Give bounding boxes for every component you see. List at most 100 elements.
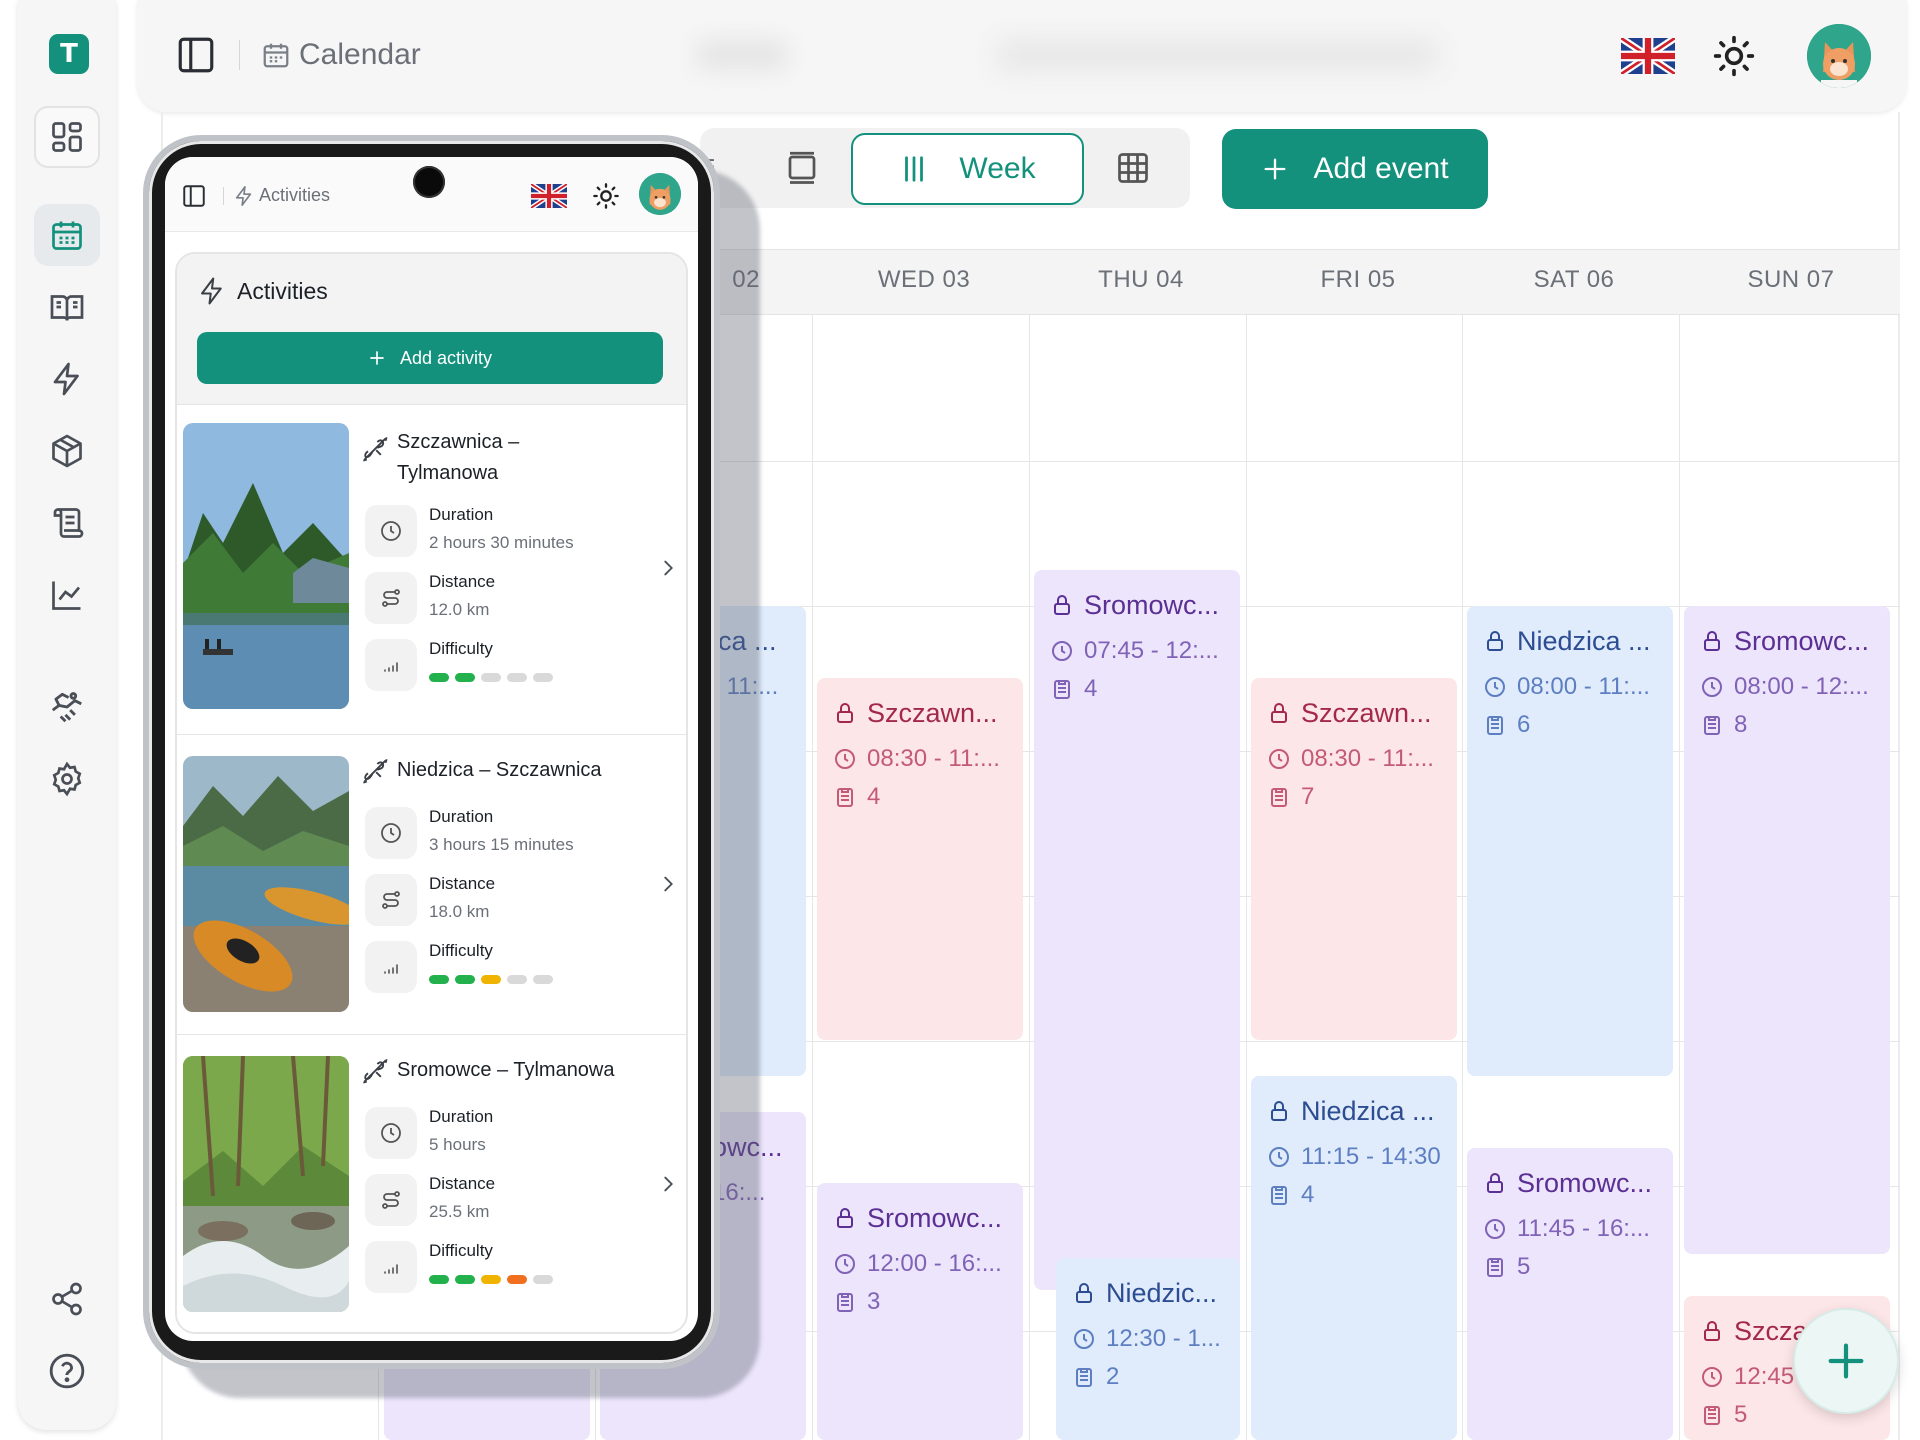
stat-value: 5 hours <box>429 1135 486 1154</box>
calendar-event[interactable]: Sromowc... 12:00 - 16:... 3 <box>817 1183 1023 1440</box>
calendar-event[interactable]: Sromowc... 07:45 - 12:... 4 <box>1034 570 1240 1290</box>
event-count: 4 <box>1301 1181 1315 1208</box>
chevron-right-icon[interactable] <box>657 1171 679 1197</box>
clock-icon <box>365 807 417 859</box>
lock-icon <box>1487 631 1503 651</box>
activity-item[interactable]: Szczawnica – Tylmanowa Duration 2 hours … <box>177 404 686 734</box>
event-count: 5 <box>1734 1401 1748 1428</box>
clipboard-icon <box>1487 716 1503 735</box>
sidebar-item-help[interactable] <box>34 1340 100 1402</box>
day-column-line <box>1462 315 1463 1440</box>
calendar-event[interactable]: Niedzic... 12:30 - 1... 2 <box>1056 1258 1240 1440</box>
day-column-line <box>1679 315 1680 1440</box>
divider <box>223 187 224 205</box>
event-title: Niedzica ... <box>1517 625 1651 656</box>
clipboard-icon <box>1054 680 1070 699</box>
activities-card: Activities Add activity Szczawnica – Tyl… <box>175 252 688 1334</box>
sidebar-item-scroll[interactable] <box>34 492 100 554</box>
activity-photo-kayaks <box>183 756 349 1012</box>
sidebar-item-calendar[interactable] <box>34 204 100 266</box>
event-count: 8 <box>1734 711 1748 738</box>
week-view-button[interactable]: Week <box>851 133 1084 205</box>
toggle-sidebar-icon[interactable] <box>175 34 217 76</box>
stat-label: Duration <box>429 1107 494 1126</box>
day-header: FRI 05 <box>1320 266 1396 293</box>
divider <box>239 40 240 70</box>
clipboard-icon <box>1076 1368 1092 1387</box>
event-time: 08:30 - 11:... <box>1301 745 1434 772</box>
lock-icon <box>1704 631 1720 651</box>
grid-icon <box>52 122 82 152</box>
activity-name: Sromowce – Tylmanowa <box>397 1059 615 1081</box>
chevron-right-icon[interactable] <box>657 871 679 897</box>
sidebar-item-equipment[interactable] <box>34 420 100 482</box>
activity-photo-river <box>183 423 349 709</box>
event-count: 2 <box>1106 1363 1120 1390</box>
day-header: SUN 07 <box>1747 266 1835 293</box>
bolt-icon <box>233 185 255 207</box>
stat-label: Difficulty <box>429 639 493 658</box>
calendar-event[interactable]: Szczawn... 08:30 - 11:... 4 <box>817 678 1023 1040</box>
day-column-line <box>1029 315 1030 1440</box>
sidebar-item-share[interactable] <box>34 1268 100 1330</box>
add-activity-button[interactable]: Add activity <box>197 332 663 384</box>
day-column-line <box>1246 315 1247 1440</box>
toggle-sidebar-icon[interactable] <box>181 183 207 209</box>
calendar-icon <box>261 40 291 70</box>
sidebar-item-settings[interactable] <box>34 748 100 810</box>
sun-icon[interactable] <box>592 182 620 210</box>
uk-flag-icon[interactable] <box>1621 38 1675 74</box>
clipboard-icon <box>1271 788 1287 807</box>
day-column-line <box>812 315 813 1440</box>
stat-value: 18.0 km <box>429 902 490 921</box>
floating-add-button[interactable] <box>1793 1308 1899 1414</box>
sidebar-item-partners[interactable] <box>34 676 100 738</box>
clock-icon <box>1702 677 1722 697</box>
clock-icon <box>835 749 855 769</box>
event-time: 12:45 <box>1734 1363 1795 1390</box>
difficulty-segment <box>533 1275 553 1284</box>
day-view-icon[interactable] <box>784 150 820 188</box>
sun-icon[interactable] <box>1712 34 1756 78</box>
event-time: 08:30 - 11:... <box>867 745 1000 772</box>
blurred-content <box>697 40 787 70</box>
clock-icon <box>1269 749 1289 769</box>
sidebar-item-activities[interactable] <box>34 348 100 410</box>
uk-flag-icon[interactable] <box>531 184 567 208</box>
blurred-content <box>997 40 1437 70</box>
clock-icon <box>1485 677 1505 697</box>
avatar[interactable] <box>1807 24 1871 88</box>
sidebar-item-reports[interactable] <box>34 564 100 626</box>
sidebar-item-book[interactable] <box>34 276 100 338</box>
kayak-icon <box>361 1057 389 1085</box>
stat-value: 3 hours 15 minutes <box>429 835 574 854</box>
event-time: 11:45 - 16:... <box>1517 1215 1650 1242</box>
stat-label: Distance <box>429 572 496 591</box>
app-logo[interactable]: T <box>49 34 89 74</box>
activity-name: Niedzica – Szczawnica <box>397 759 602 781</box>
box-icon <box>52 434 82 468</box>
event-time: 08:00 - 12:... <box>1734 673 1869 700</box>
event-title: Sromowc... <box>1734 625 1870 656</box>
top-bar: Calendar <box>137 0 1907 112</box>
calendar-event[interactable]: Sromowc... 08:00 - 12:... 8 <box>1684 606 1890 1254</box>
columns-icon <box>905 156 924 182</box>
calendar-event[interactable]: Niedzica ... 08:00 - 11:... 6 <box>1467 606 1673 1076</box>
chevron-right-icon[interactable] <box>657 555 679 581</box>
sidebar-item-dashboard[interactable] <box>34 106 100 168</box>
event-title: Sromowc... <box>867 1202 1003 1233</box>
month-view-icon[interactable] <box>1115 150 1151 186</box>
plus-icon <box>1264 158 1286 180</box>
activity-item[interactable]: Niedzica – Szczawnica Duration 3 hours 1… <box>177 734 686 1034</box>
day-header: WED 03 <box>877 266 971 293</box>
avatar[interactable] <box>639 173 681 215</box>
add-event-button[interactable]: Add event <box>1222 129 1488 209</box>
calendar-event[interactable]: Szczawn... 08:30 - 11:... 7 <box>1251 678 1457 1040</box>
activity-item[interactable]: Sromowce – Tylmanowa Duration 5 hours Di… <box>177 1034 686 1332</box>
difficulty-segment <box>533 673 553 682</box>
clock-icon <box>1702 1367 1722 1387</box>
difficulty-segment <box>481 673 501 682</box>
calendar-event[interactable]: Niedzica ... 11:15 - 14:30 4 <box>1251 1076 1457 1440</box>
calendar-event[interactable]: Sromowc... 11:45 - 16:... 5 <box>1467 1148 1673 1440</box>
event-count: 5 <box>1517 1253 1531 1280</box>
